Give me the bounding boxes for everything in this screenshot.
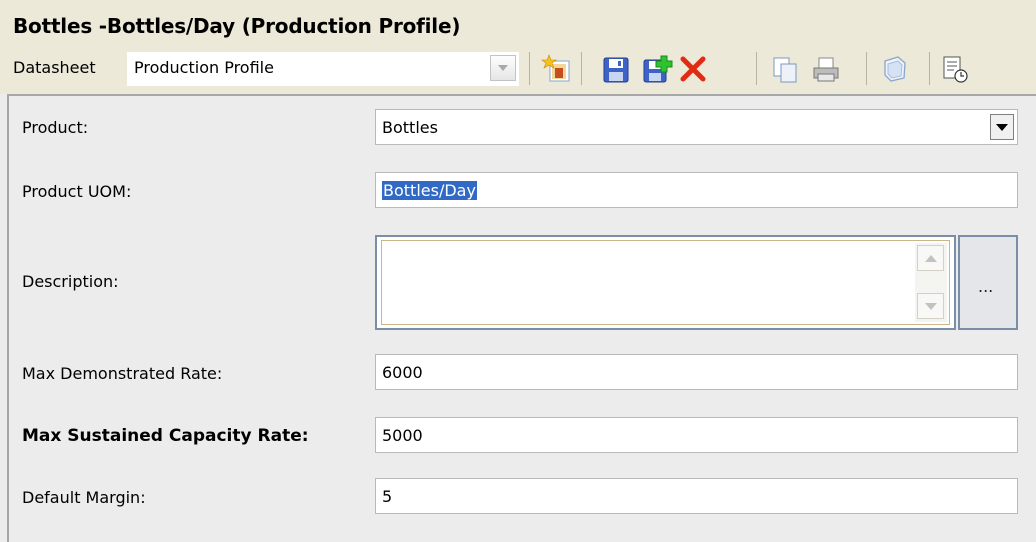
delete-icon[interactable] <box>676 52 710 86</box>
description-textarea[interactable] <box>381 240 950 325</box>
report-icon[interactable] <box>939 52 973 86</box>
print-icon[interactable] <box>809 52 843 86</box>
scroll-up-button[interactable] <box>917 245 944 271</box>
window-title: Bottles -Bottles/Day (Production Profile… <box>13 14 461 38</box>
description-browse-button[interactable]: ... <box>958 235 1018 330</box>
product-select[interactable]: Bottles <box>375 109 1018 145</box>
max-sustained-capacity-rate-label: Max Sustained Capacity Rate: <box>22 426 309 446</box>
ellipsis-label: ... <box>978 277 994 296</box>
product-uom-field[interactable]: Bottles/Day <box>375 172 1018 208</box>
copy-icon[interactable] <box>768 52 802 86</box>
chevron-down-icon <box>925 303 937 310</box>
toolbar-separator <box>581 52 582 85</box>
product-uom-value: Bottles/Day <box>382 181 477 200</box>
datasheet-dropdown-button[interactable] <box>490 55 516 81</box>
datasheet-select-value: Production Profile <box>134 58 274 77</box>
product-label: Product: <box>22 118 89 137</box>
default-margin-label: Default Margin: <box>22 488 146 507</box>
chevron-down-icon <box>498 65 508 71</box>
help-icon[interactable] <box>878 52 912 86</box>
product-uom-label: Product UOM: <box>22 182 132 201</box>
scroll-down-button[interactable] <box>917 293 944 319</box>
max-demonstrated-rate-label: Max Demonstrated Rate: <box>22 364 223 383</box>
panel-border <box>7 94 1036 96</box>
toolbar-separator <box>866 52 867 85</box>
max-sustained-capacity-rate-value: 5000 <box>382 426 423 445</box>
toolbar-separator <box>529 52 530 85</box>
description-scrollbar[interactable] <box>915 243 947 322</box>
new-record-icon[interactable] <box>541 52 575 86</box>
max-demonstrated-rate-value: 6000 <box>382 363 423 382</box>
chevron-down-icon <box>996 124 1008 131</box>
save-and-new-icon[interactable] <box>641 52 675 86</box>
toolbar-separator <box>756 52 757 85</box>
product-uom-selected-text: Bottles/Day <box>382 181 477 200</box>
datasheet-label: Datasheet <box>13 58 96 77</box>
datasheet-select[interactable]: Production Profile <box>127 52 519 86</box>
description-label: Description: <box>22 272 119 291</box>
product-select-value: Bottles <box>382 118 438 137</box>
product-dropdown-button[interactable] <box>990 114 1014 140</box>
max-demonstrated-rate-field[interactable]: 6000 <box>375 354 1018 390</box>
max-sustained-capacity-rate-field[interactable]: 5000 <box>375 417 1018 453</box>
default-margin-field[interactable]: 5 <box>375 478 1018 514</box>
panel-border <box>7 94 9 542</box>
chevron-up-icon <box>925 255 937 262</box>
default-margin-value: 5 <box>382 487 393 506</box>
save-icon[interactable] <box>599 52 633 86</box>
toolbar-separator <box>929 52 930 85</box>
description-field-frame <box>375 235 956 330</box>
